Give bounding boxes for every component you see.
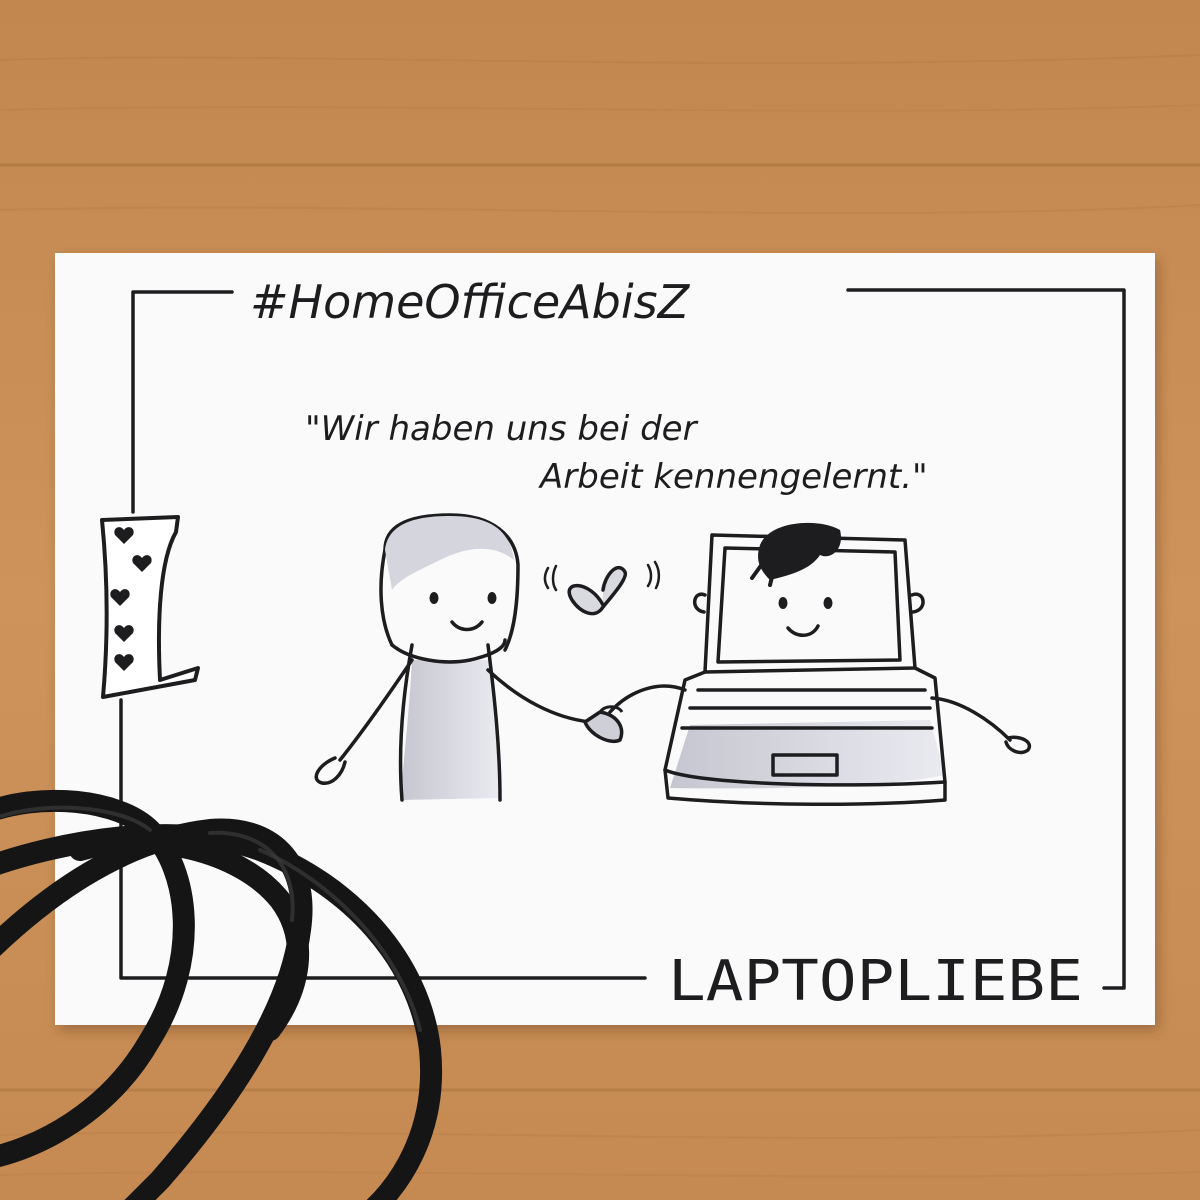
footer-title: LAPTOPLIEBE [668, 949, 1083, 1014]
postcard [55, 253, 1155, 1025]
photo-scene: #HomeOfficeAbisZ "Wir haben uns bei der … [0, 0, 1200, 1200]
card-title: #HomeOfficeAbisZ [250, 275, 691, 329]
quote-line-2: Arbeit kennengelernt." [538, 457, 928, 497]
quote-line-1: "Wir haben uns bei der [305, 409, 699, 449]
